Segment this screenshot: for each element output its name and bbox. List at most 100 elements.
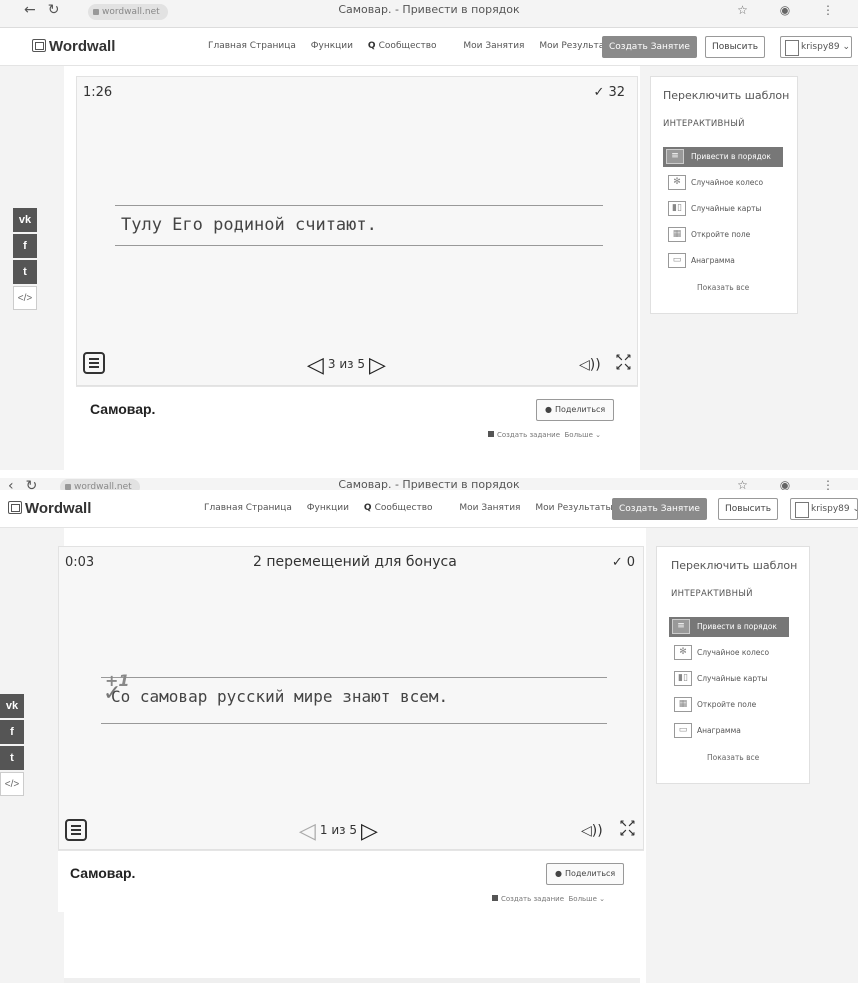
facebook-share-icon[interactable]: f	[13, 234, 37, 258]
template-item-anagram[interactable]: ▭ Анаграмма	[671, 721, 741, 741]
vk-share-icon[interactable]: vk	[0, 694, 24, 718]
facebook-share-icon[interactable]: f	[0, 720, 24, 744]
nav-my-activities[interactable]: Мои Занятия	[459, 503, 520, 513]
main-nav: Главная Страница Функции Q Сообщество Мо…	[204, 503, 625, 513]
show-all-link[interactable]: Показать все	[697, 283, 749, 292]
game-area: 1:26 ✓ 32 Тулу Его родиной считают. ◁ 3 из…	[76, 76, 638, 386]
logo-icon	[32, 39, 46, 52]
prev-arrow-icon[interactable]: ◁	[299, 819, 316, 844]
upgrade-button[interactable]: Повысить	[705, 36, 766, 58]
unjumble-icon: ≡	[666, 149, 684, 164]
bonus-counter: 2 перемещений для бонуса	[253, 554, 457, 570]
nav-community[interactable]: Q Сообщество	[368, 41, 449, 51]
create-task-icon	[488, 431, 494, 437]
template-item-anagram[interactable]: ▭ Анаграмма	[665, 251, 735, 271]
prev-arrow-icon[interactable]: ◁	[307, 353, 324, 378]
wheel-icon: ✻	[674, 645, 692, 660]
template-switcher: Переключить шаблон ИНТЕРАКТИВНЫЙ ≡ Привес…	[650, 76, 798, 314]
template-item-open-box[interactable]: ▦ Откройте поле	[665, 225, 750, 245]
create-task-icon	[492, 895, 498, 901]
more-link[interactable]: Больше ⌄	[568, 895, 605, 903]
screenshot-top: ←↻ wordwall.net Самовар. - Привести в по…	[0, 0, 858, 470]
lock-icon: ●	[555, 869, 562, 878]
sentence-line-top	[115, 205, 603, 206]
score: ✓ 32	[593, 85, 625, 100]
sentence-words[interactable]: Тулу Его родиной считают.	[121, 215, 377, 235]
template-item-cards[interactable]: ▮▯ Случайные карты	[665, 199, 761, 219]
template-category: ИНТЕРАКТИВНЫЙ	[671, 589, 753, 599]
screenshot-bottom: ‹↻ wordwall.net Самовар. - Привести в по…	[0, 478, 858, 983]
template-item-wheel[interactable]: ✻ Случайное колесо	[665, 173, 763, 193]
share-rail: vk f t </>	[0, 694, 24, 798]
create-task-link[interactable]: Создать задание	[501, 895, 564, 903]
create-task-link[interactable]: Создать задание	[497, 431, 560, 439]
main-nav: Главная Страница Функции Q Сообщество Мо…	[208, 41, 629, 51]
activity-meta-links: Создать задание Больше ⌄	[488, 431, 601, 439]
score: ✓ 0	[611, 555, 635, 570]
show-all-link[interactable]: Показать все	[707, 753, 759, 762]
anagram-icon: ▭	[668, 253, 686, 268]
fullscreen-icon[interactable]: ↖↗ ↙↘	[615, 354, 632, 373]
template-item-unjumble[interactable]: ≡ Привести в порядок	[669, 617, 789, 637]
nav-my-results[interactable]: Мои Результаты	[535, 503, 612, 513]
activity-meta-links: Создать задание Больше ⌄	[492, 895, 605, 903]
embed-icon[interactable]: </>	[0, 772, 24, 796]
wordwall-logo[interactable]: Wordwall	[8, 500, 91, 517]
menu-icon[interactable]	[83, 352, 105, 374]
checkmark-icon: ✓	[593, 85, 605, 100]
sentence-words[interactable]: Со самовар русский мире знают всем.	[111, 687, 448, 706]
nav-home[interactable]: Главная Страница	[208, 41, 296, 51]
template-switcher: Переключить шаблон ИНТЕРАКТИВНЫЙ ≡ Привес…	[656, 546, 810, 784]
sentence-line-top	[101, 677, 607, 678]
more-link[interactable]: Больше ⌄	[564, 431, 601, 439]
upgrade-button[interactable]: Повысить	[718, 498, 779, 520]
search-icon: Q	[363, 503, 375, 513]
anagram-icon: ▭	[674, 723, 692, 738]
game-area: 0:03 2 перемещений для бонуса ✓ 0 +1 ✓ Со …	[58, 546, 644, 850]
nav-features[interactable]: Функции	[307, 503, 349, 513]
nav-my-activities[interactable]: Мои Занятия	[463, 41, 524, 51]
browser-extension-icons[interactable]: ☆ ◉ ⋮	[737, 3, 848, 17]
create-activity-button[interactable]: Создать Занятие	[602, 36, 697, 58]
next-arrow-icon[interactable]: ▷	[369, 353, 386, 378]
fullscreen-icon[interactable]: ↖↗ ↙↘	[619, 820, 636, 839]
chevron-down-icon: ⌄	[842, 42, 851, 52]
nav-home[interactable]: Главная Страница	[204, 503, 292, 513]
share-button[interactable]: ● Поделиться	[546, 863, 625, 885]
nav-community[interactable]: Q Сообщество	[364, 503, 445, 513]
template-item-open-box[interactable]: ▦ Откройте поле	[671, 695, 756, 715]
sentence-line-bottom	[115, 245, 603, 246]
user-menu[interactable]: krispy89 ⌄	[790, 498, 858, 520]
template-switcher-title: Переключить шаблон	[663, 89, 790, 102]
template-item-wheel[interactable]: ✻ Случайное колесо	[671, 643, 769, 663]
share-rail: vk f t </>	[13, 208, 37, 312]
menu-icon[interactable]	[65, 819, 87, 841]
timer: 0:03	[65, 555, 95, 570]
template-item-unjumble[interactable]: ≡ Привести в порядок	[663, 147, 783, 167]
activity-info-bar: Самовар. ● Поделиться Создать задание Бол…	[76, 386, 638, 446]
template-category: ИНТЕРАКТИВНЫЙ	[663, 119, 745, 129]
create-activity-button[interactable]: Создать Занятие	[612, 498, 707, 520]
tab-title: Самовар. - Привести в порядок	[338, 3, 520, 16]
sound-icon[interactable]: ◁))	[581, 823, 603, 839]
template-switcher-title: Переключить шаблон	[671, 559, 798, 572]
checkmark-icon: ✓	[611, 555, 623, 570]
page-bottom-edge	[64, 978, 640, 983]
cards-icon: ▮▯	[674, 671, 692, 686]
sentence-line-bottom	[101, 723, 607, 724]
pagination: ◁ 1 из 5 ▷	[299, 819, 378, 844]
template-item-cards[interactable]: ▮▯ Случайные карты	[671, 669, 767, 689]
embed-icon[interactable]: </>	[13, 286, 37, 310]
twitter-share-icon[interactable]: t	[0, 746, 24, 770]
wheel-icon: ✻	[668, 175, 686, 190]
next-arrow-icon[interactable]: ▷	[361, 819, 378, 844]
search-icon: Q	[367, 41, 379, 51]
share-button[interactable]: ● Поделиться	[536, 399, 615, 421]
wordwall-logo[interactable]: Wordwall	[32, 38, 115, 55]
nav-features[interactable]: Функции	[311, 41, 353, 51]
user-menu[interactable]: krispy89 ⌄	[780, 36, 852, 58]
twitter-share-icon[interactable]: t	[13, 260, 37, 284]
vk-share-icon[interactable]: vk	[13, 208, 37, 232]
activity-title: Самовар.	[90, 401, 156, 417]
sound-icon[interactable]: ◁))	[579, 357, 601, 373]
